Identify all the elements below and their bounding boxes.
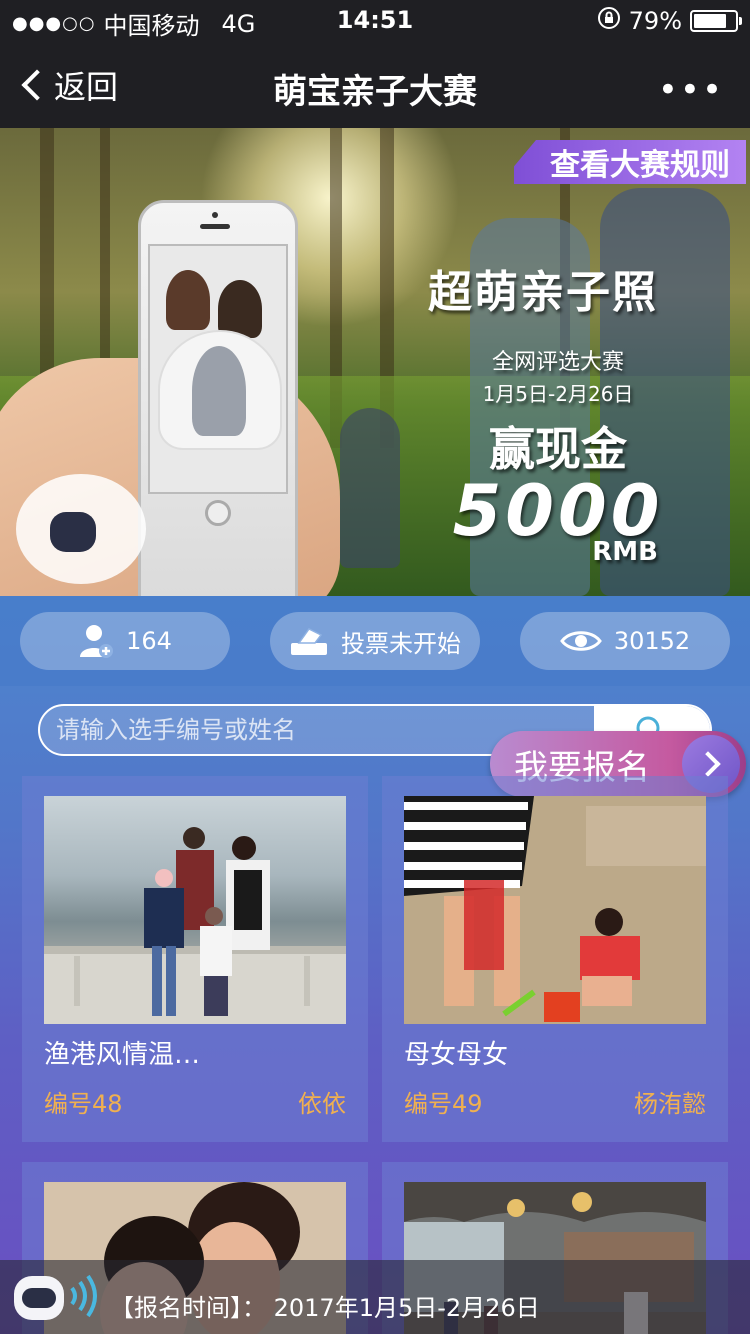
page-title: 萌宝亲子大赛 <box>273 72 477 112</box>
entry-card[interactable]: 母女母女 编号49 杨洧懿 <box>382 776 728 1142</box>
entry-title: 渔港风情温… <box>44 1040 201 1070</box>
entry-card[interactable]: 渔港风情温… 编号48 依依 <box>22 776 368 1142</box>
eye-icon <box>559 628 602 654</box>
promo-subtitle: 全网评选大赛 <box>491 350 624 375</box>
main-content: 164 投票未开始 30152 我要报名 <box>0 596 750 1334</box>
battery-percent: 79% <box>628 7 682 35</box>
phone-speaker <box>200 224 230 229</box>
entry-title: 母女母女 <box>404 1040 509 1070</box>
robot-icon <box>14 1276 64 1320</box>
stats-bar: 164 投票未开始 30152 <box>0 596 750 686</box>
vote-status-pill[interactable]: 投票未开始 <box>270 612 480 670</box>
battery-icon <box>690 10 742 32</box>
nav-bar: 返回 萌宝亲子大赛 ••• <box>0 40 750 128</box>
robot-icon <box>50 512 96 552</box>
views-pill[interactable]: 30152 <box>520 612 730 670</box>
entry-photo <box>404 796 706 1024</box>
orientation-lock-icon <box>597 6 621 36</box>
battery-info: 79% <box>597 6 742 36</box>
announcement-ticker: 【报名时间】： 2017年1月5日-2月26日 <box>0 1260 750 1334</box>
phone-camera <box>212 212 218 218</box>
entry-number: 编号49 <box>404 1090 483 1118</box>
battery-fill <box>694 14 726 28</box>
ballot-icon <box>289 625 329 657</box>
ticker-text: 【报名时间】： 2017年1月5日-2月26日 <box>110 1294 540 1322</box>
more-menu-button[interactable]: ••• <box>658 70 724 110</box>
entry-number: 编号48 <box>44 1090 123 1118</box>
promo-headline: 超萌亲子照 <box>428 267 658 318</box>
participants-count: 164 <box>126 627 172 655</box>
family-photo-figure <box>166 270 210 330</box>
family-photo-figure <box>192 346 246 436</box>
view-rules-button[interactable]: 查看大赛规则 <box>514 140 746 184</box>
broadcast-icon <box>70 1274 97 1318</box>
phone-screen <box>148 244 288 494</box>
vote-status-text: 投票未开始 <box>341 629 461 658</box>
views-count: 30152 <box>613 627 691 655</box>
phone-home-button <box>205 500 231 526</box>
background-child <box>340 408 400 568</box>
promo-text: 超萌亲子照 全网评选大赛 1月5日-2月26日 赢现金 5000 RMB <box>428 256 688 567</box>
entry-photo <box>44 796 346 1024</box>
entry-author: 依依 <box>298 1090 346 1118</box>
add-user-icon <box>78 623 114 659</box>
status-bar: ●●●○○ 中国移动 4G 14:51 79% <box>0 0 750 40</box>
promo-dates: 1月5日-2月26日 <box>482 382 634 406</box>
entry-author: 杨洧懿 <box>634 1090 706 1118</box>
participants-pill[interactable]: 164 <box>20 612 230 670</box>
hero-banner: 查看大赛规则 超萌亲子照 全网评选大赛 1月5日-2月26日 赢现金 5000 … <box>0 128 750 596</box>
